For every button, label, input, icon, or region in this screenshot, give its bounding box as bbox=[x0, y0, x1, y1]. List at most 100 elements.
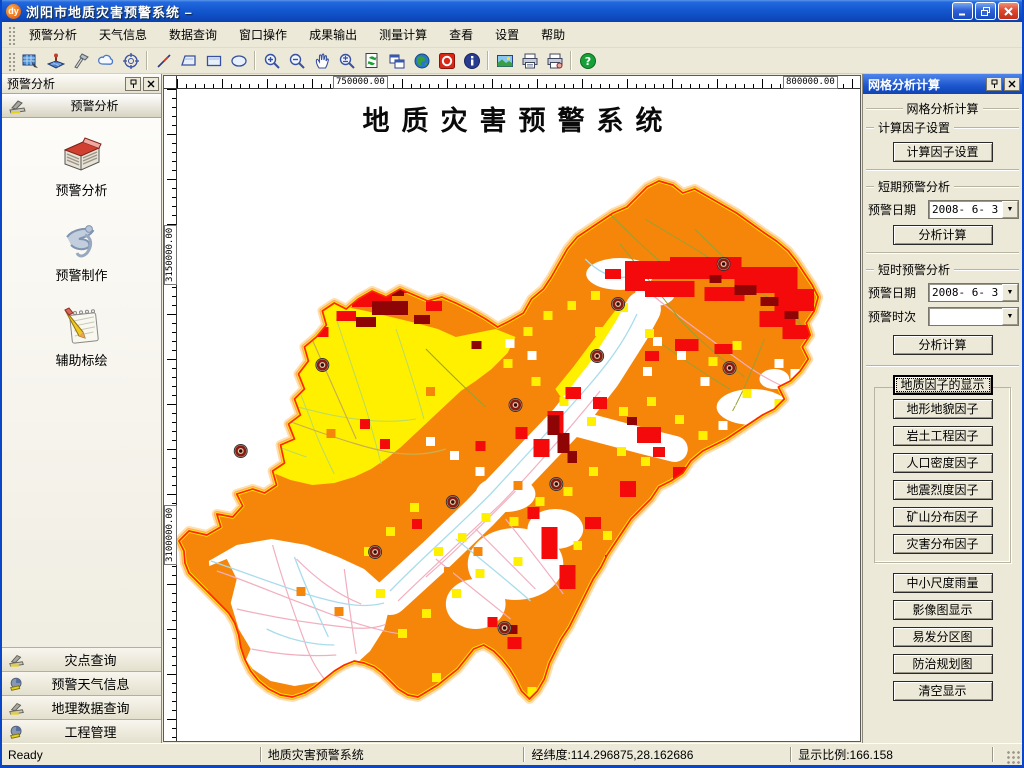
web-map-button[interactable] bbox=[409, 49, 434, 72]
print-preview-button[interactable] bbox=[542, 49, 567, 72]
clear-display-button[interactable]: 清空显示 bbox=[892, 681, 993, 701]
sidebar-item-warning-production[interactable]: 预警制作 bbox=[55, 221, 108, 284]
sidebar-item-geo-data-query[interactable]: 地理数据查询 bbox=[2, 695, 161, 719]
cloud-button[interactable] bbox=[93, 49, 118, 72]
cascade-windows-button[interactable] bbox=[384, 49, 409, 72]
menu-view[interactable]: 查看 bbox=[438, 23, 484, 46]
imagery-display-button[interactable]: 影像图显示 bbox=[892, 600, 993, 620]
chevron-down-icon[interactable]: ▼ bbox=[1002, 284, 1018, 301]
chevron-down-icon[interactable]: ▼ bbox=[1002, 201, 1018, 218]
disaster-point-marker[interactable] bbox=[508, 398, 523, 412]
scene-pin-button[interactable] bbox=[43, 49, 68, 72]
svg-text:?: ? bbox=[584, 55, 590, 68]
menu-warning-analysis[interactable]: 预警分析 bbox=[18, 23, 88, 46]
disaster-point-marker[interactable] bbox=[549, 477, 564, 491]
sidebar-item-project-management[interactable]: 工程管理 bbox=[2, 719, 161, 743]
seismic-factor-button[interactable]: 地震烈度因子 bbox=[892, 480, 993, 500]
short-term-date-combobox[interactable]: 2008- 6- 3 ▼ bbox=[928, 200, 1019, 219]
zoom-extent-button[interactable] bbox=[334, 49, 359, 72]
sidebar-item-auxiliary-plotting[interactable]: 辅助标绘 bbox=[55, 306, 108, 369]
geotech-factor-button[interactable]: 岩土工程因子 bbox=[892, 426, 993, 446]
info-button[interactable] bbox=[459, 49, 484, 72]
toolbar-grip[interactable] bbox=[7, 50, 15, 71]
sidebar-item-disaster-query[interactable]: 灾点查询 bbox=[2, 647, 161, 671]
menu-grip[interactable] bbox=[7, 24, 15, 45]
geo-factor-display-button[interactable]: 地质因子的显示 bbox=[892, 375, 993, 395]
menu-settings[interactable]: 设置 bbox=[484, 23, 530, 46]
disaster-point-marker[interactable] bbox=[716, 257, 731, 271]
disaster-point-marker[interactable] bbox=[233, 444, 248, 458]
sidebar-item-warning-weather-info[interactable]: 预警天气信息 bbox=[2, 671, 161, 695]
map-canvas[interactable]: 地质灾害预警系统 bbox=[177, 89, 860, 741]
draw-line-button[interactable] bbox=[151, 49, 176, 72]
chevron-down-icon[interactable]: ▼ bbox=[1002, 308, 1018, 325]
population-factor-button[interactable]: 人口密度因子 bbox=[892, 453, 993, 473]
draw-polygon-button[interactable] bbox=[176, 49, 201, 72]
menu-result-output[interactable]: 成果输出 bbox=[298, 23, 368, 46]
disaster-point-marker[interactable] bbox=[590, 349, 605, 363]
minimize-icon bbox=[959, 13, 965, 15]
ruler-corner bbox=[164, 76, 177, 89]
mine-factor-button[interactable]: 矿山分布因子 bbox=[892, 507, 993, 527]
geology-hammer-button[interactable] bbox=[68, 49, 93, 72]
cascade-windows-icon bbox=[389, 54, 404, 68]
close-button[interactable] bbox=[998, 2, 1019, 20]
zoom-out-button[interactable] bbox=[284, 49, 309, 72]
nowcast-analyze-button[interactable]: 分析计算 bbox=[892, 335, 993, 355]
menu-weather-info[interactable]: 天气信息 bbox=[88, 23, 158, 46]
menu-bar: 预警分析 天气信息 数据查询 窗口操作 成果输出 测量计算 查看 设置 帮助 bbox=[2, 22, 1022, 48]
hazard-map bbox=[177, 176, 824, 704]
legend-image-button[interactable] bbox=[492, 49, 517, 72]
ruler-x-label: 800000.00 bbox=[783, 76, 838, 89]
date-value: 2008- 6- 3 bbox=[932, 203, 999, 216]
print-button[interactable] bbox=[517, 49, 542, 72]
date-value: 2008- 6- 3 bbox=[932, 286, 999, 299]
separator bbox=[866, 169, 1019, 171]
draw-rectangle-button[interactable] bbox=[201, 49, 226, 72]
stamp-icon bbox=[9, 99, 26, 114]
disaster-point-marker[interactable] bbox=[368, 545, 383, 559]
short-term-analyze-button[interactable]: 分析计算 bbox=[892, 225, 993, 245]
sidebar-item-warning-analysis[interactable]: 预警分析 bbox=[55, 136, 108, 199]
pin-button[interactable] bbox=[125, 76, 141, 91]
notepad-pencil-icon bbox=[64, 307, 100, 344]
disaster-point-marker[interactable] bbox=[315, 358, 330, 372]
disaster-factor-button[interactable]: 灾害分布因子 bbox=[892, 534, 993, 554]
zoom-extent-icon bbox=[339, 53, 355, 69]
pin-button[interactable] bbox=[986, 77, 1002, 91]
restore-button[interactable] bbox=[975, 2, 996, 20]
book-icon bbox=[64, 137, 103, 171]
left-panel-header[interactable]: 预警分析 bbox=[2, 94, 161, 118]
sidebar-item-label: 辅助标绘 bbox=[55, 353, 108, 368]
nowcast-date-combobox[interactable]: 2008- 6- 3 ▼ bbox=[928, 283, 1019, 302]
draw-ellipse-button[interactable] bbox=[226, 49, 251, 72]
zoom-in-button[interactable] bbox=[259, 49, 284, 72]
factor-setting-button[interactable]: 计算因子设置 bbox=[892, 142, 993, 162]
help-button[interactable]: ? bbox=[575, 49, 600, 72]
refresh-view-button[interactable] bbox=[359, 49, 384, 72]
disaster-point-marker[interactable] bbox=[497, 621, 512, 635]
menu-measure-calc[interactable]: 测量计算 bbox=[368, 23, 438, 46]
app-logo-icon: dy bbox=[6, 3, 21, 19]
close-panel-button[interactable] bbox=[143, 76, 159, 91]
disaster-point-marker[interactable] bbox=[722, 361, 737, 375]
disaster-point-marker[interactable] bbox=[445, 495, 460, 509]
nowcast-time-combobox[interactable]: ▼ bbox=[928, 307, 1019, 326]
terrain-factor-button[interactable]: 地形地貌因子 bbox=[892, 399, 993, 419]
susceptibility-map-button[interactable]: 易发分区图 bbox=[892, 627, 993, 647]
prevention-plan-button[interactable]: 防治规划图 bbox=[892, 654, 993, 674]
minimize-button[interactable] bbox=[952, 2, 973, 20]
stop-button[interactable] bbox=[434, 49, 459, 72]
menu-window-ops[interactable]: 窗口操作 bbox=[228, 23, 298, 46]
resize-grip[interactable] bbox=[1006, 750, 1022, 765]
locate-target-button[interactable] bbox=[118, 49, 143, 72]
map-view-button[interactable] bbox=[18, 49, 43, 72]
pan-button[interactable] bbox=[309, 49, 334, 72]
print-preview-icon bbox=[547, 53, 562, 68]
close-panel-button[interactable] bbox=[1004, 77, 1020, 91]
meso-rainfall-button[interactable]: 中小尺度雨量 bbox=[892, 573, 993, 593]
menu-data-query[interactable]: 数据查询 bbox=[158, 23, 228, 46]
disaster-point-marker[interactable] bbox=[611, 297, 626, 311]
menu-help[interactable]: 帮助 bbox=[530, 23, 576, 46]
map-view-icon bbox=[22, 54, 38, 68]
